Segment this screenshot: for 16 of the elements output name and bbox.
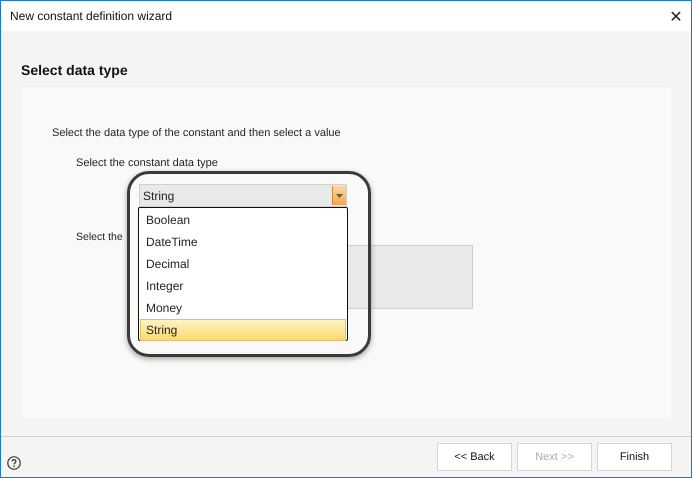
close-button[interactable]: ✕ [661, 1, 691, 31]
instruction-text: Select the data type of the constant and then select a value [52, 127, 342, 139]
field-label: Select the constant data type [76, 157, 219, 169]
dropdown-option[interactable]: Decimal [140, 253, 346, 275]
wizard-button[interactable]: << Back [437, 443, 512, 471]
page-heading: Select data type [21, 62, 129, 80]
data-type-dropdown[interactable]: String [139, 184, 347, 207]
dropdown-option[interactable]: Integer [140, 275, 346, 297]
dropdown-option[interactable]: String [140, 319, 346, 341]
dropdown-option[interactable]: Boolean [140, 209, 346, 231]
field-label: Select the [76, 231, 123, 243]
dropdown-option[interactable]: Money [140, 297, 346, 319]
wizard-button[interactable]: Finish [597, 443, 672, 471]
dropdown-option[interactable]: DateTime [140, 231, 346, 253]
window-title: New constant definition wizard [10, 9, 172, 23]
help-icon[interactable] [7, 456, 21, 470]
